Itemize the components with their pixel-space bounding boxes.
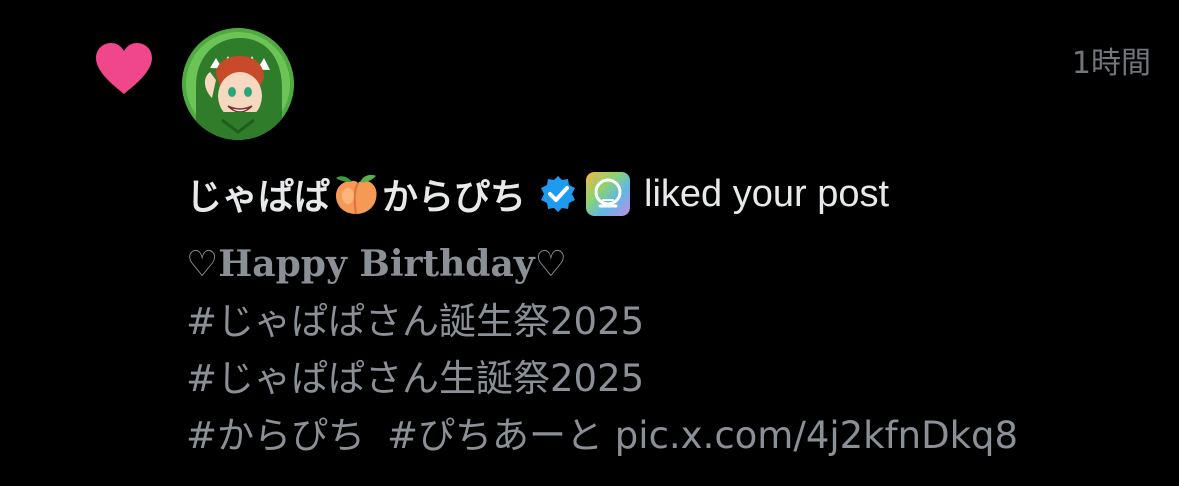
post-line-greeting: ♡Happy Birthday♡ xyxy=(186,243,567,285)
verified-icon xyxy=(541,176,576,212)
display-name-part2[interactable]: からぴち xyxy=(382,168,526,220)
heart-icon xyxy=(96,43,152,94)
post-line-hashtag-1: #じゃぱぱさん誕生祭2025 xyxy=(186,293,1018,350)
liked-your-post-text: liked your post xyxy=(644,172,890,215)
timestamp: 1時間 xyxy=(1071,46,1151,81)
peach-icon xyxy=(336,174,377,215)
hashtag[interactable]: #からぴち xyxy=(186,414,365,457)
hashtag[interactable]: #じゃぱぱさん生誕祭2025 xyxy=(186,357,644,400)
hashtag[interactable]: #じゃぱぱさん誕生祭2025 xyxy=(186,300,644,343)
display-name-part1[interactable]: じゃぱぱ xyxy=(186,168,330,220)
avatar-image xyxy=(182,28,294,140)
pic-link[interactable]: pic.x.com/4j2kfnDkq8 xyxy=(615,414,1018,457)
like-notification[interactable]: 1時間 じゃぱぱ からぴち liked your post ♡Happy Bir… xyxy=(0,0,1179,486)
badge-icon xyxy=(586,172,631,216)
post-line-hashtag-2: #じゃぱぱさん生誕祭2025 xyxy=(186,350,1018,407)
hashtag[interactable]: #ぴちあーと xyxy=(387,414,603,457)
avatar[interactable] xyxy=(182,28,294,140)
post-preview[interactable]: ♡Happy Birthday♡ #じゃぱぱさん誕生祭2025 #じゃぱぱさん生… xyxy=(186,236,1018,464)
post-line-tags-and-link: #からぴち #ぴちあーと pic.x.com/4j2kfnDkq8 xyxy=(186,407,1018,464)
like-summary: じゃぱぱ からぴち liked your post xyxy=(186,166,889,222)
